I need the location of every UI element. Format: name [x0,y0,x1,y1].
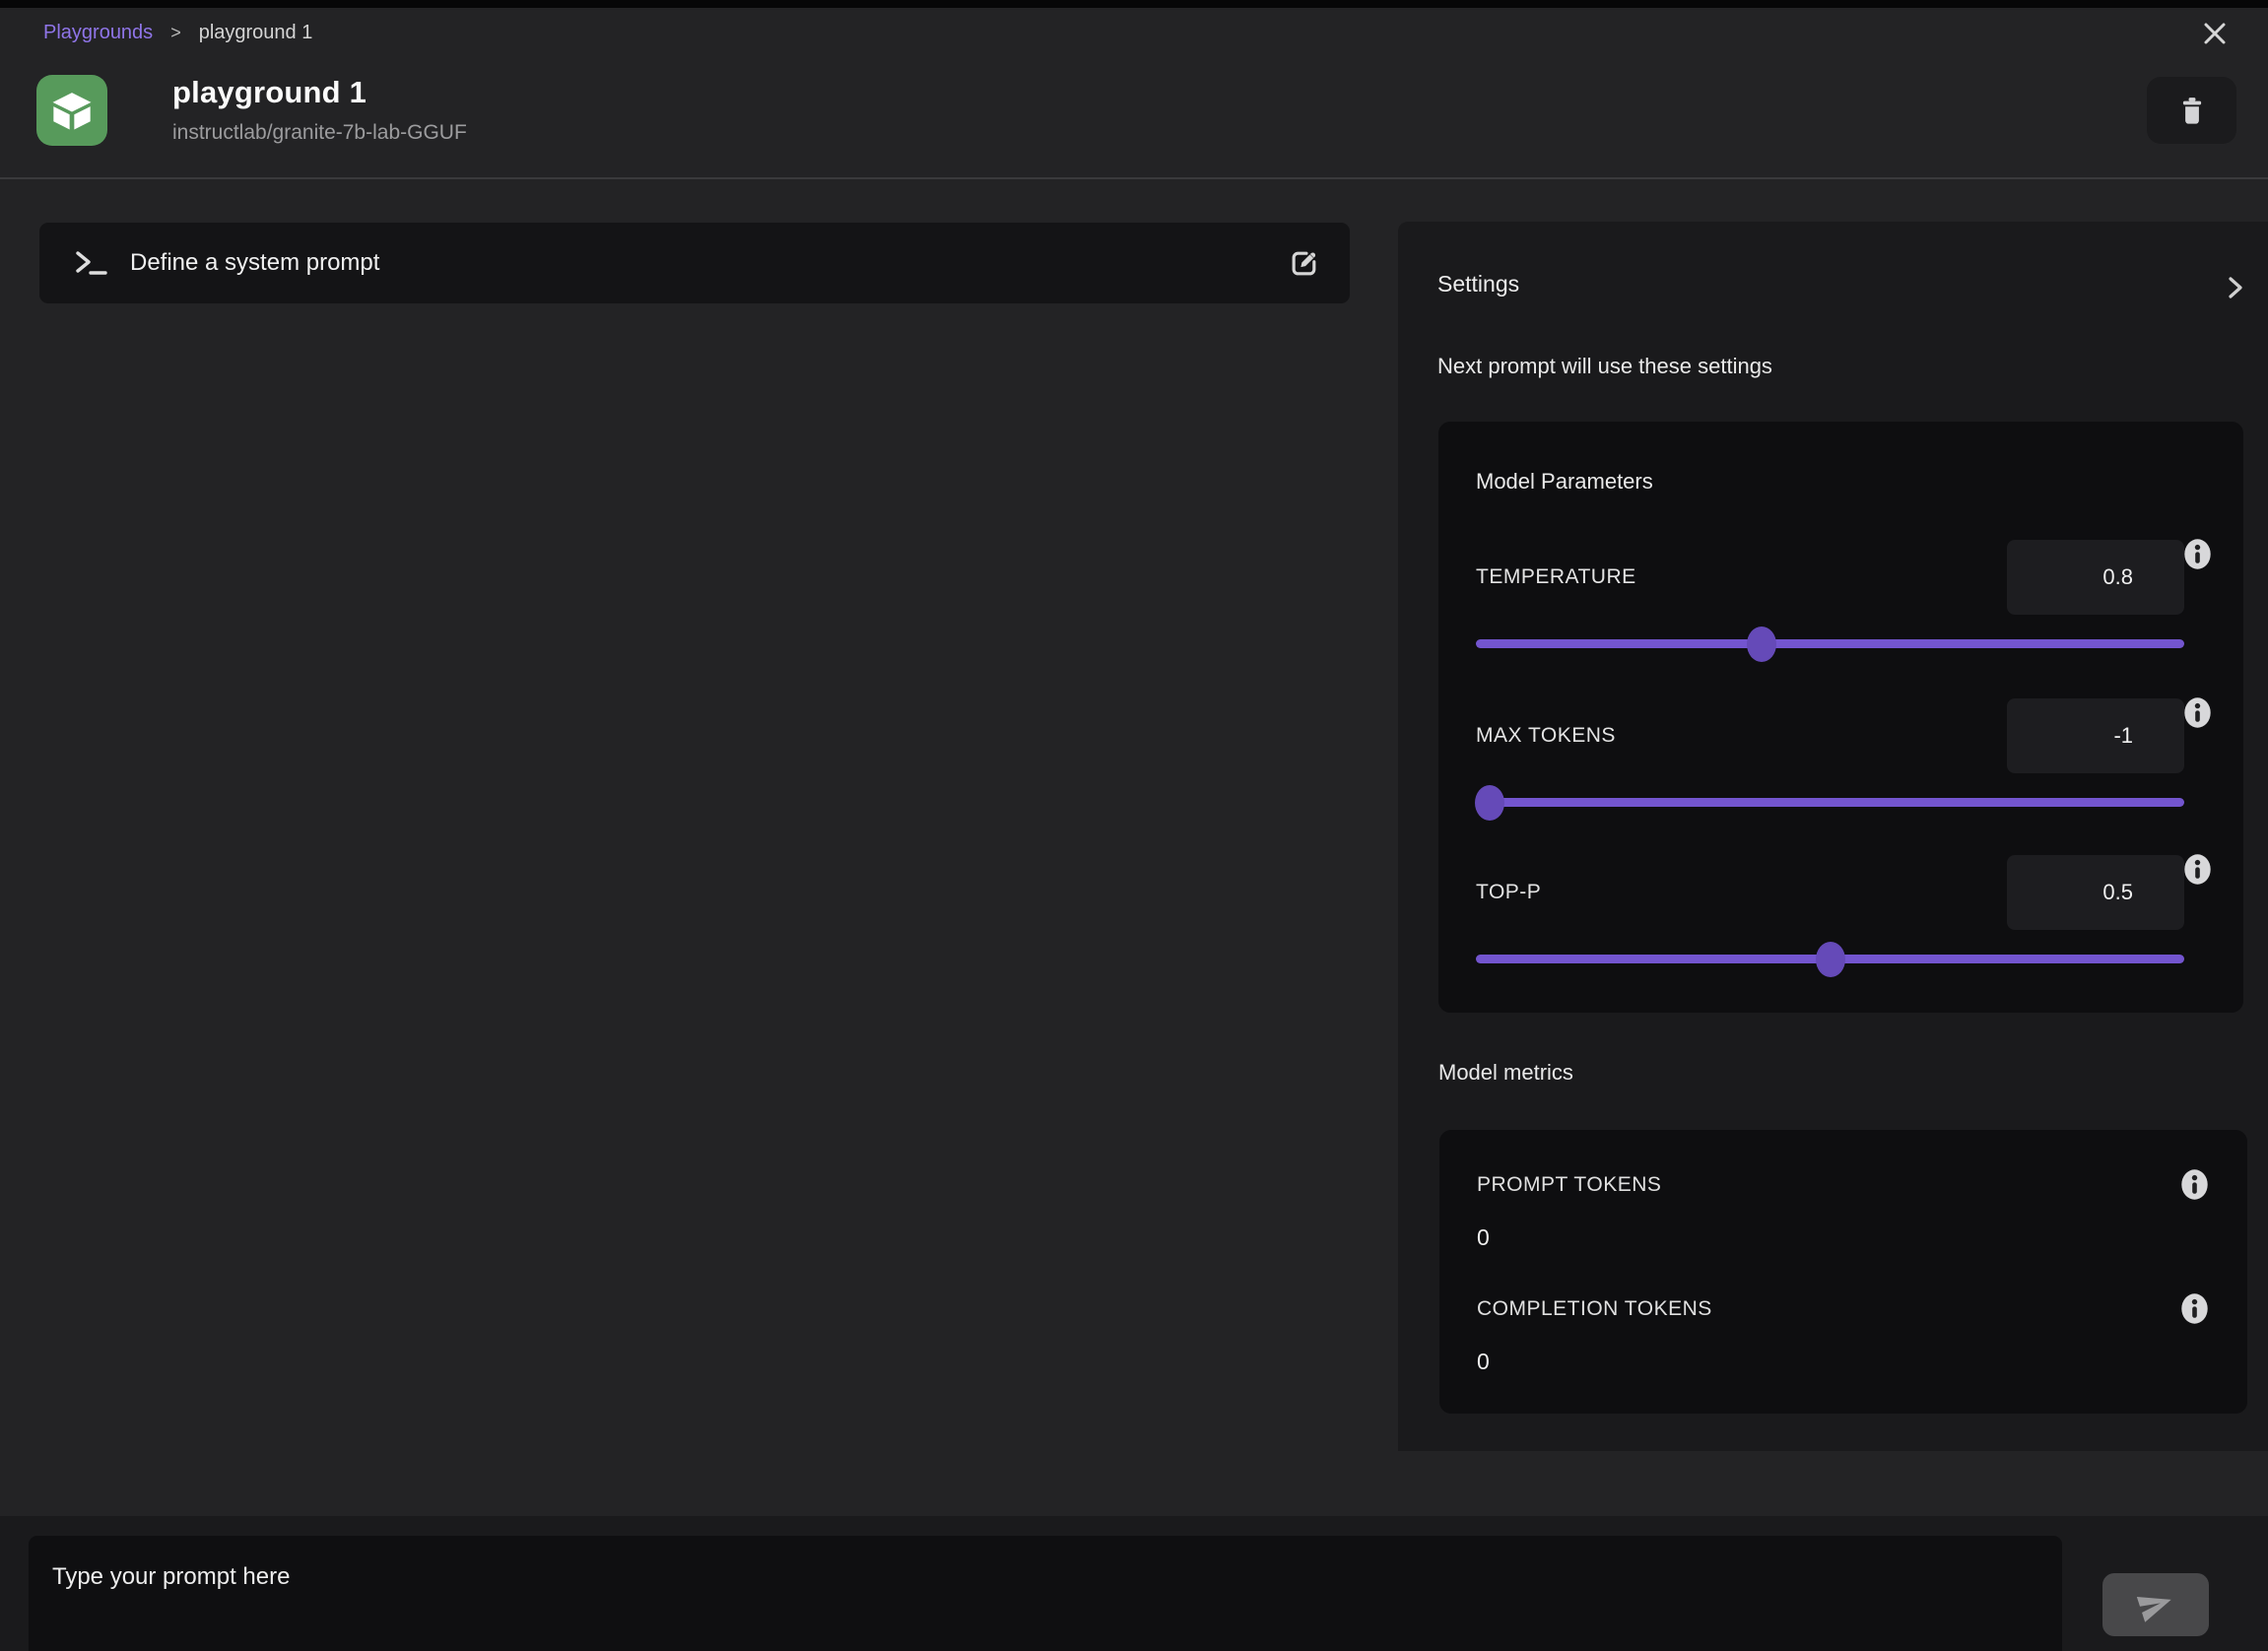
cube-icon [44,83,100,138]
prompt-bar [0,1516,2268,1651]
temperature-label: TEMPERATURE [1476,565,1636,589]
max-tokens-slider[interactable] [1476,798,2184,807]
settings-subtitle: Next prompt will use these settings [1437,354,1772,379]
delete-playground-button[interactable] [2147,77,2236,144]
completion-tokens-info-icon[interactable] [2181,1293,2208,1329]
settings-panel: Settings Next prompt will use these sett… [1398,222,2268,1451]
top-p-value-input[interactable]: 0.5 [2007,855,2184,930]
window-top-strip [0,0,2268,8]
temperature-slider[interactable] [1476,639,2184,648]
top-p-slider[interactable] [1476,955,2184,963]
send-icon [2131,1582,2179,1628]
breadcrumb-current: playground 1 [199,22,313,44]
top-p-slider-thumb[interactable] [1816,942,1845,977]
breadcrumb-playgrounds-link[interactable]: Playgrounds [43,22,153,44]
max-tokens-value: -1 [2113,723,2133,749]
top-p-info-icon[interactable] [2184,854,2211,891]
system-prompt-bar[interactable]: Define a system prompt [39,223,1350,303]
prompt-tokens-label: PROMPT TOKENS [1477,1169,1661,1197]
completion-tokens-value: 0 [1477,1349,2208,1375]
temperature-value-input[interactable]: 0.8 [2007,540,2184,615]
close-button[interactable] [2199,18,2231,49]
page-title: playground 1 [172,75,467,110]
max-tokens-label: MAX TOKENS [1476,724,1616,748]
param-temperature: TEMPERATURE 0.8 [1476,540,2184,648]
param-max-tokens: MAX TOKENS -1 [1476,698,2184,807]
close-icon [2202,21,2228,46]
param-top-p: TOP-P 0.5 [1476,855,2184,963]
model-metrics-title: Model metrics [1438,1060,1573,1086]
temperature-info-icon[interactable] [2184,539,2211,575]
prompt-input[interactable] [29,1536,2062,1651]
top-p-value: 0.5 [2102,880,2133,905]
model-parameters-card: Model Parameters TEMPERATURE 0.8 [1438,422,2243,1013]
max-tokens-info-icon[interactable] [2184,697,2211,734]
metric-completion-tokens: COMPLETION TOKENS 0 [1477,1293,2208,1375]
model-parameters-title: Model Parameters [1476,469,1653,495]
collapse-settings-button[interactable] [2223,273,2248,307]
send-prompt-button[interactable] [2102,1573,2209,1636]
system-prompt-label: Define a system prompt [130,249,379,277]
settings-title: Settings [1437,271,1519,297]
max-tokens-slider-thumb[interactable] [1475,785,1504,821]
breadcrumb: Playgrounds > playground 1 [43,22,312,44]
chevron-right-icon [2223,273,2248,302]
trash-icon [2177,95,2207,126]
model-metrics-card: PROMPT TOKENS 0 COMPLETION TOKENS 0 [1439,1130,2247,1414]
header-divider [0,177,2268,179]
terminal-prompt-icon [75,249,108,277]
completion-tokens-label: COMPLETION TOKENS [1477,1293,1712,1321]
model-name: instructlab/granite-7b-lab-GGUF [172,121,467,145]
breadcrumb-separator: > [170,23,181,43]
temperature-value: 0.8 [2102,564,2133,590]
header-text: playground 1 instructlab/granite-7b-lab-… [172,75,467,145]
metric-prompt-tokens: PROMPT TOKENS 0 [1477,1169,2208,1251]
edit-icon [1288,246,1321,280]
playground-screen: Playgrounds > playground 1 playground 1 … [0,0,2268,1651]
top-p-label: TOP-P [1476,881,1541,904]
max-tokens-value-input[interactable]: -1 [2007,698,2184,773]
edit-system-prompt-button[interactable] [1285,243,1324,283]
prompt-tokens-info-icon[interactable] [2181,1169,2208,1205]
playground-model-icon [36,75,107,146]
prompt-tokens-value: 0 [1477,1224,2208,1251]
temperature-slider-thumb[interactable] [1747,627,1776,662]
